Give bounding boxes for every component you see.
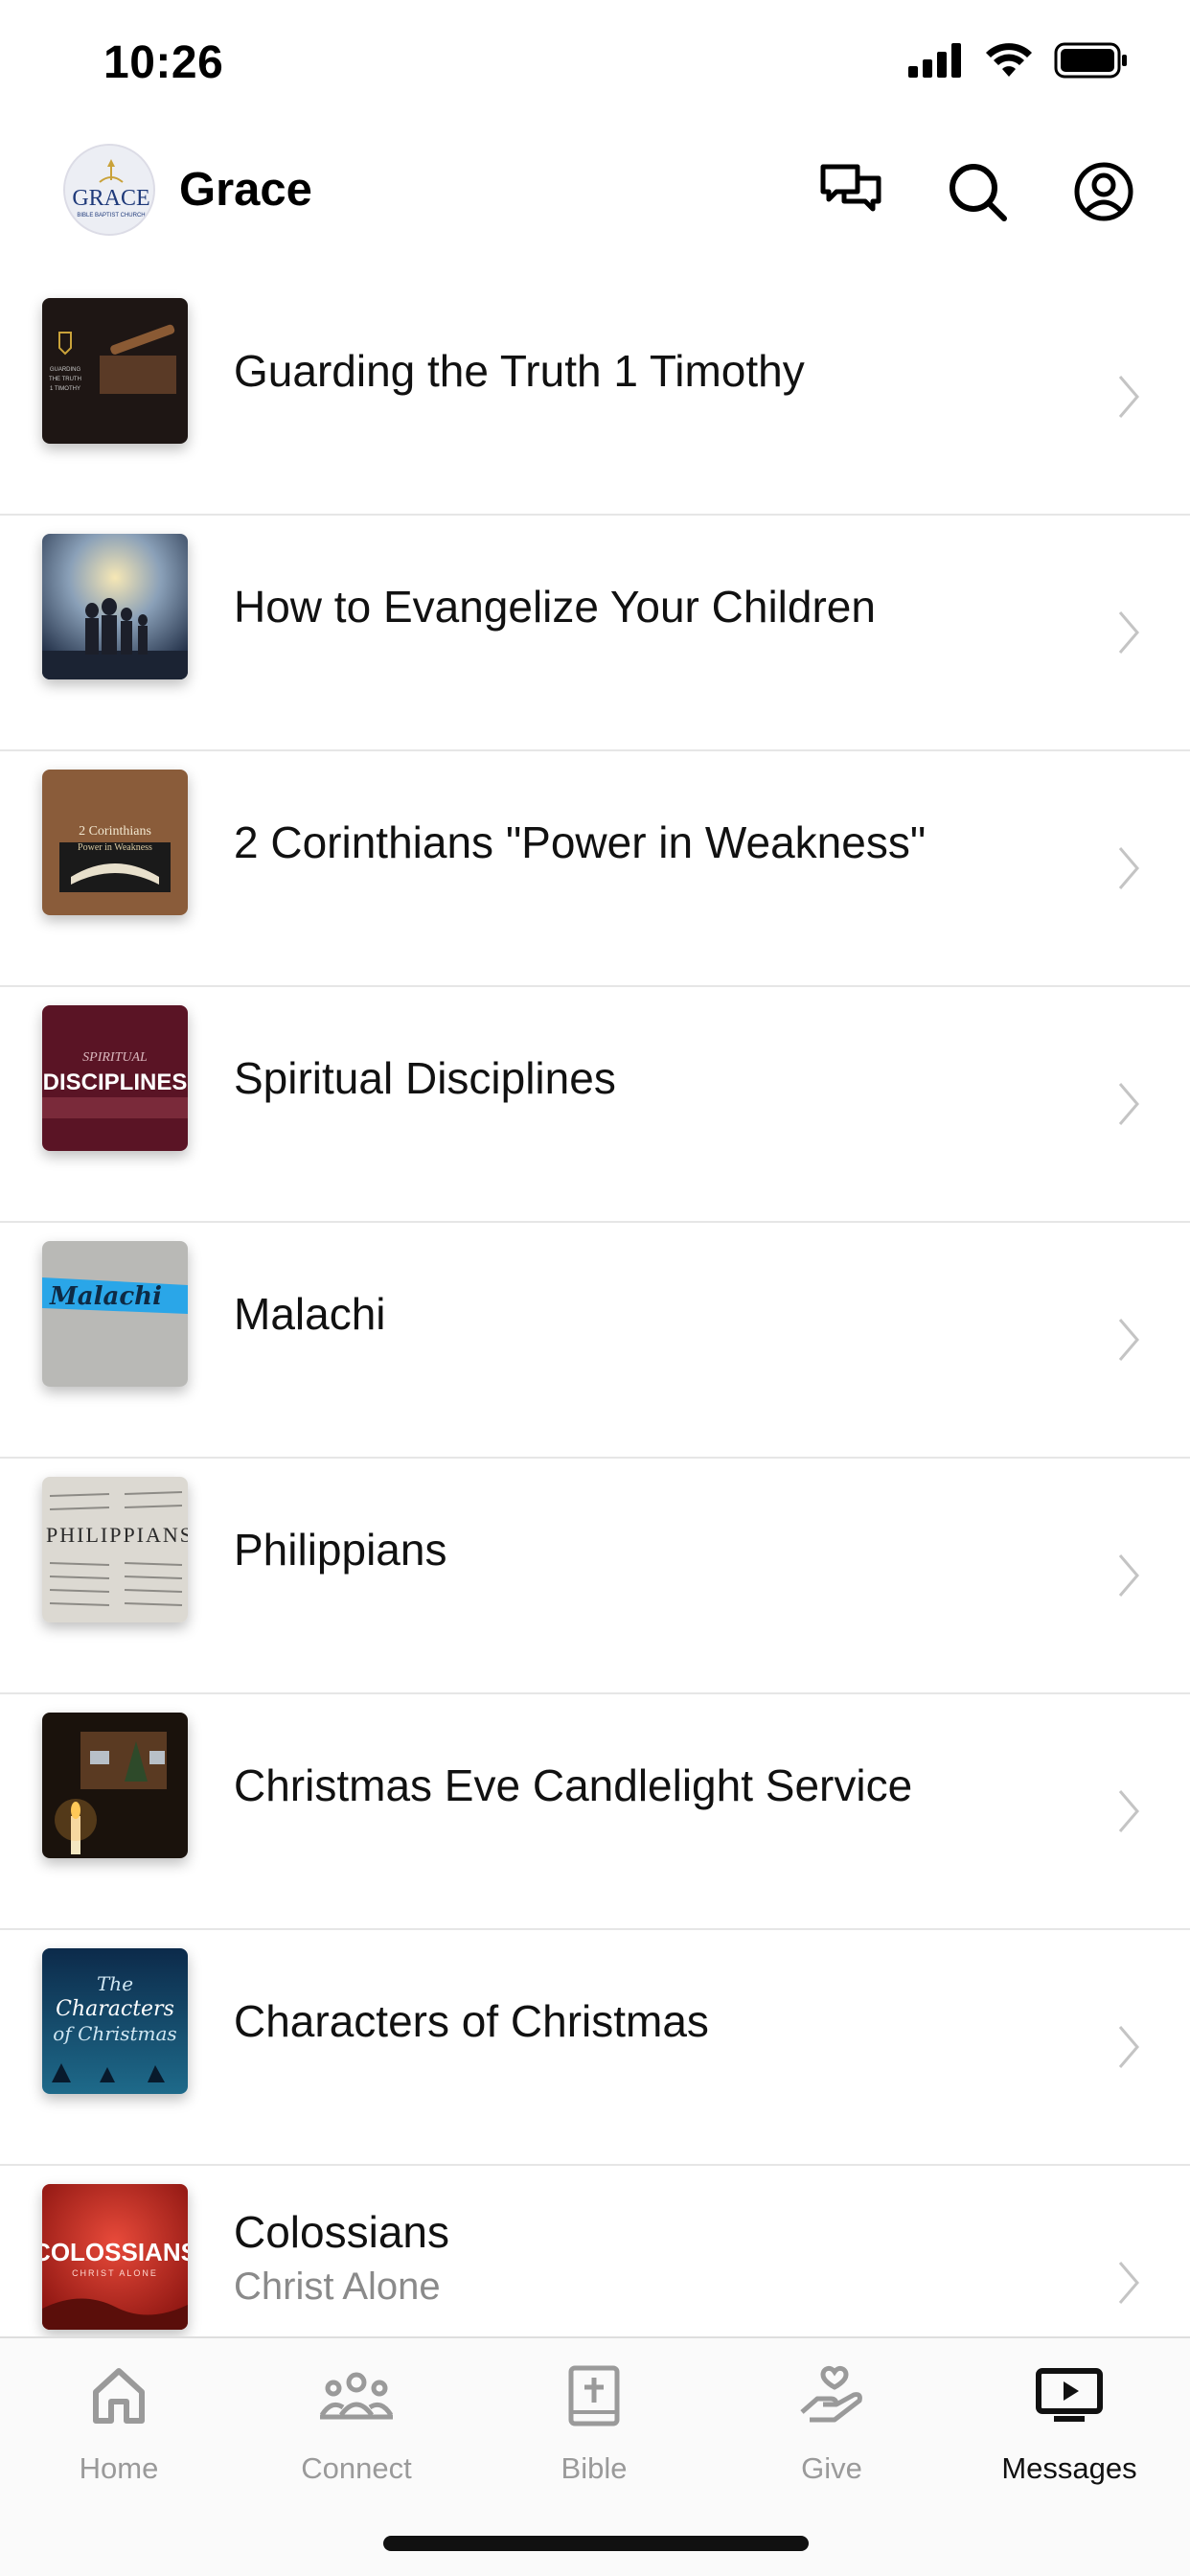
svg-text:THE TRUTH: THE TRUTH (49, 377, 81, 382)
svg-text:COLOSSIANS: COLOSSIANS (42, 2238, 188, 2266)
chevron-right-icon (1118, 847, 1139, 889)
battery-icon (1054, 42, 1127, 79)
series-thumbnail (42, 1713, 188, 1858)
profile-button[interactable] (1064, 151, 1144, 232)
search-button[interactable] (937, 151, 1018, 232)
series-title: Philippians (234, 1525, 447, 1575)
series-title: Malachi (234, 1289, 386, 1339)
tab-give[interactable]: Give (713, 2358, 950, 2511)
series-thumbnail (42, 534, 188, 679)
status-icons (908, 42, 1129, 79)
tab-bible[interactable]: Bible (475, 2358, 713, 2511)
cellular-signal-icon (908, 43, 961, 78)
chevron-right-icon (1118, 611, 1139, 654)
list-item[interactable]: PHILIPPIANS Philippians (0, 1459, 1190, 1694)
series-title: Guarding the Truth 1 Timothy (234, 346, 805, 396)
series-title: How to Evangelize Your Children (234, 582, 876, 632)
svg-text:SPIRITUAL: SPIRITUAL (82, 1050, 148, 1065)
give-icon (793, 2358, 870, 2434)
svg-text:1 TIMOTHY: 1 TIMOTHY (50, 386, 80, 392)
list-item[interactable]: Christmas Eve Candlelight Service (0, 1694, 1190, 1930)
series-thumbnail: 2 Corinthians Power in Weakness (42, 770, 188, 915)
svg-text:2 Corinthians: 2 Corinthians (79, 824, 151, 839)
chevron-right-icon (1118, 1319, 1139, 1361)
chevron-right-icon (1118, 1554, 1139, 1597)
chat-icon (820, 164, 881, 212)
messages-screen: 10:26 GRACE BIBLE BAPTIST CHURCH Grace G… (0, 0, 1190, 2576)
list-item[interactable]: How to Evangelize Your Children (0, 516, 1190, 751)
series-thumbnail: The Characters of Christmas (42, 1948, 188, 2094)
header-actions (811, 151, 1144, 232)
user-circle-icon (1074, 162, 1133, 221)
svg-text:Malachi: Malachi (49, 1282, 162, 1311)
chevron-right-icon (1118, 376, 1139, 418)
svg-text:BIBLE BAPTIST CHURCH: BIBLE BAPTIST CHURCH (77, 213, 145, 218)
tab-home[interactable]: Home (0, 2358, 238, 2511)
chevron-right-icon (1118, 2262, 1139, 2304)
church-logo-icon: GRACE BIBLE BAPTIST CHURCH (65, 146, 153, 234)
svg-text:DISCIPLINES: DISCIPLINES (43, 1070, 188, 1095)
chevron-right-icon (1118, 2026, 1139, 2068)
chevron-right-icon (1118, 1083, 1139, 1125)
series-title: 2 Corinthians "Power in Weakness" (234, 817, 927, 867)
svg-text:CHRIST ALONE: CHRIST ALONE (72, 2268, 158, 2278)
home-indicator[interactable] (383, 2536, 809, 2551)
status-time: 10:26 (103, 37, 224, 88)
series-thumbnail: PHILIPPIANS (42, 1477, 188, 1622)
home-icon (80, 2358, 157, 2434)
bible-icon (556, 2358, 632, 2434)
series-thumbnail: GUARDING THE TRUTH 1 TIMOTHY (42, 298, 188, 444)
series-title: Colossians (234, 2206, 449, 2257)
list-item[interactable]: GUARDING THE TRUTH 1 TIMOTHY Guarding th… (0, 280, 1190, 516)
svg-text:PHILIPPIANS: PHILIPPIANS (46, 1523, 188, 1547)
series-title: Christmas Eve Candlelight Service (234, 1760, 913, 1810)
church-name: Grace (179, 164, 312, 216)
series-title: Characters of Christmas (234, 1996, 709, 2046)
church-logo-avatar[interactable]: GRACE BIBLE BAPTIST CHURCH (63, 144, 155, 236)
list-item[interactable]: 2 Corinthians Power in Weakness 2 Corint… (0, 751, 1190, 987)
list-item[interactable]: SPIRITUAL DISCIPLINES Spiritual Discipli… (0, 987, 1190, 1223)
wifi-icon (986, 43, 1032, 77)
svg-text:of Christmas: of Christmas (53, 2022, 176, 2045)
svg-text:Characters: Characters (56, 1997, 174, 2021)
tab-connect[interactable]: Connect (238, 2358, 475, 2511)
svg-text:Power in Weakness: Power in Weakness (78, 842, 152, 853)
play-screen-icon (1031, 2358, 1108, 2434)
series-thumbnail: SPIRITUAL DISCIPLINES (42, 1005, 188, 1151)
svg-text:GUARDING: GUARDING (50, 367, 81, 373)
status-bar: 10:26 (0, 0, 1190, 126)
chat-button[interactable] (811, 151, 891, 232)
series-list: GUARDING THE TRUTH 1 TIMOTHY Guarding th… (0, 280, 1190, 2402)
chevron-right-icon (1118, 1790, 1139, 1832)
list-item[interactable]: The Characters of Christmas Characters o… (0, 1930, 1190, 2166)
svg-text:GRACE: GRACE (72, 186, 149, 211)
list-item[interactable]: Malachi Malachi (0, 1223, 1190, 1459)
series-thumbnail: COLOSSIANS CHRIST ALONE (42, 2184, 188, 2330)
series-thumbnail: Malachi (42, 1241, 188, 1387)
tab-messages[interactable]: Messages (950, 2358, 1188, 2511)
svg-text:The: The (97, 1972, 133, 1995)
series-subtitle: Christ Alone (234, 2265, 441, 2308)
people-icon (318, 2358, 395, 2434)
search-icon (950, 164, 1007, 221)
series-title: Spiritual Disciplines (234, 1053, 616, 1103)
